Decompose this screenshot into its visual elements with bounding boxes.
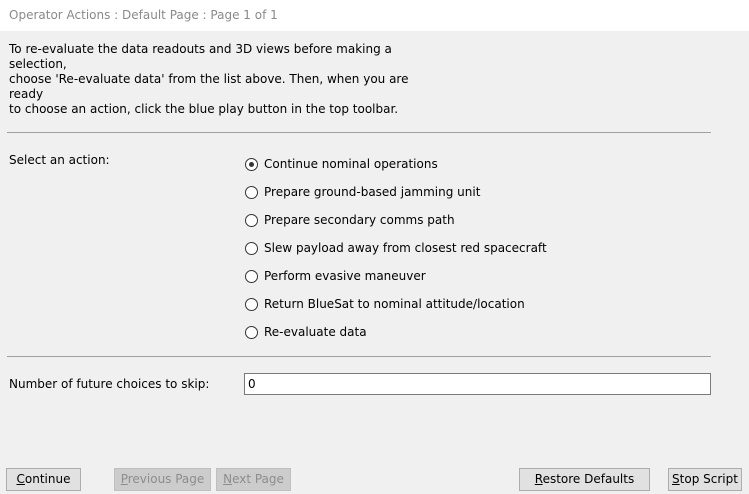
window-title: Operator Actions : Default Page : Page 1… <box>0 0 749 31</box>
action-option-label: Re-evaluate data <box>264 325 367 339</box>
restore-defaults-button[interactable]: Restore Defaults <box>519 468 650 491</box>
next-mnemonic: N <box>223 472 233 486</box>
next-page-button[interactable]: Next Page <box>216 468 291 491</box>
action-option-label: Slew payload away from closest red space… <box>264 241 547 255</box>
radio-button[interactable] <box>245 269 258 283</box>
continue-button[interactable]: Continue <box>6 468 81 491</box>
divider-bottom <box>7 356 711 357</box>
radio-button[interactable] <box>245 213 258 227</box>
radio-button[interactable] <box>245 185 258 199</box>
skip-field-label: Number of future choices to skip: <box>9 377 210 391</box>
radio-button[interactable] <box>245 157 258 171</box>
previous-mnemonic: P <box>120 472 128 486</box>
restore-mnemonic: R <box>534 472 543 486</box>
action-option[interactable]: Continue nominal operations <box>243 150 547 178</box>
stop-mnemonic: S <box>672 472 680 486</box>
radio-button[interactable] <box>245 241 258 255</box>
action-option[interactable]: Perform evasive maneuver <box>243 262 547 290</box>
next-label: ext Page <box>232 472 284 486</box>
instructions-text: To re-evaluate the data readouts and 3D … <box>9 42 409 116</box>
action-option-label: Return BlueSat to nominal attitude/locat… <box>264 297 525 311</box>
action-option[interactable]: Re-evaluate data <box>243 318 547 346</box>
continue-mnemonic: C <box>16 472 25 486</box>
action-option[interactable]: Prepare ground-based jamming unit <box>243 178 547 206</box>
action-option-label: Perform evasive maneuver <box>264 269 426 283</box>
action-option[interactable]: Slew payload away from closest red space… <box>243 234 547 262</box>
action-radio-group: Continue nominal operations Prepare grou… <box>243 150 547 346</box>
previous-page-button[interactable]: Previous Page <box>114 468 211 491</box>
divider-top <box>7 132 711 133</box>
skip-count-input[interactable] <box>244 373 711 395</box>
action-option-label: Prepare secondary comms path <box>264 213 455 227</box>
previous-label: revious Page <box>127 472 205 486</box>
action-option-label: Prepare ground-based jamming unit <box>264 185 481 199</box>
action-option-label: Continue nominal operations <box>264 157 438 171</box>
radio-button[interactable] <box>245 325 258 339</box>
continue-label: ontinue <box>24 472 71 486</box>
action-option[interactable]: Prepare secondary comms path <box>243 206 547 234</box>
radio-button[interactable] <box>245 297 258 311</box>
action-option[interactable]: Return BlueSat to nominal attitude/locat… <box>243 290 547 318</box>
action-select-label: Select an action: <box>9 153 110 167</box>
restore-label: estore Defaults <box>542 472 635 486</box>
stop-script-button[interactable]: Stop Script <box>668 468 742 491</box>
stop-label: top Script <box>679 472 738 486</box>
